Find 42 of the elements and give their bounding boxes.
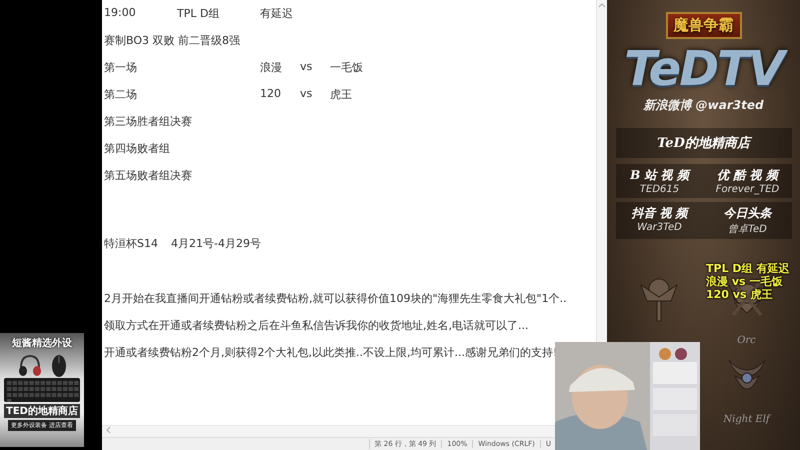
account-name: TED615 (640, 184, 680, 195)
overlay-text: TPL D组 有延迟 (706, 262, 790, 275)
text-line: 赛制BO3 双败 前二晋级8强 (104, 34, 240, 47)
weibo-handle: 新浪微博 @war3ted (643, 97, 764, 114)
text-cell-text: 特洹杯S14 (104, 236, 159, 251)
emblem-label: Night Elf (723, 414, 770, 425)
text-line: 第三场胜者组决赛 (104, 115, 192, 128)
scroll-up-icon (598, 2, 606, 8)
emblem-label: Orc (737, 335, 756, 346)
text-cell-text: 虎王 (330, 87, 353, 102)
text-line: 第五场败者组决赛 (104, 169, 192, 182)
platform-name: B 站 视 频 (630, 167, 689, 184)
headphones-icon (17, 354, 43, 377)
text-cell-text: 120 (260, 87, 282, 100)
text-cell-text: vs (300, 60, 314, 73)
shop-banner: TeD的地精商店 (616, 128, 792, 158)
mouse-icon (51, 354, 67, 378)
text-line: 2月开始在我直播间开通钻粉或者续费钻粉,就可以获得价值109块的"海狸先生零食大礼包"1个.. (104, 292, 567, 305)
text-cell-text: 4月21号-4月29号 (171, 236, 262, 251)
overlay-text: 浪漫 vs 一毛饭 (706, 275, 784, 288)
overlay-text: 120 vs 虎王 (706, 288, 774, 301)
ad-title: 短酱精选外设 (12, 336, 72, 350)
text-cell-text: 有延迟 (260, 6, 294, 21)
platform-name: 今日头条 (724, 205, 772, 222)
text-cell-text: TPL D组 (177, 6, 220, 21)
account-name: War3TeD (637, 222, 682, 233)
platform-name: 优 酷 视 频 (717, 167, 778, 184)
text-cell-text: 19:00 (104, 6, 137, 19)
text-line: 第四场败者组 (104, 142, 170, 155)
text-cell-text: 一毛饭 (330, 60, 364, 75)
scroll-left-icon (105, 426, 112, 434)
account-name: 曾卓TeD (728, 222, 767, 236)
account-name: Forever_TED (716, 184, 780, 195)
shop-name: TED的地精商店 (4, 404, 80, 418)
text-cell-text: vs (300, 87, 314, 100)
text-cell-text: 第一场 (104, 60, 138, 75)
text-line: 领取方式在开通或者续费钻粉之后在斗鱼私信告诉我你的收货地址,姓名,电话就可以了... (104, 319, 528, 332)
text-cell-text: 浪漫 (260, 60, 283, 75)
keyboard-icon (4, 378, 80, 402)
text-cell-text: 第二场 (104, 87, 138, 102)
platform-name: 抖音 视 频 (631, 205, 688, 222)
game-logo: 魔兽争霸 (666, 12, 742, 39)
